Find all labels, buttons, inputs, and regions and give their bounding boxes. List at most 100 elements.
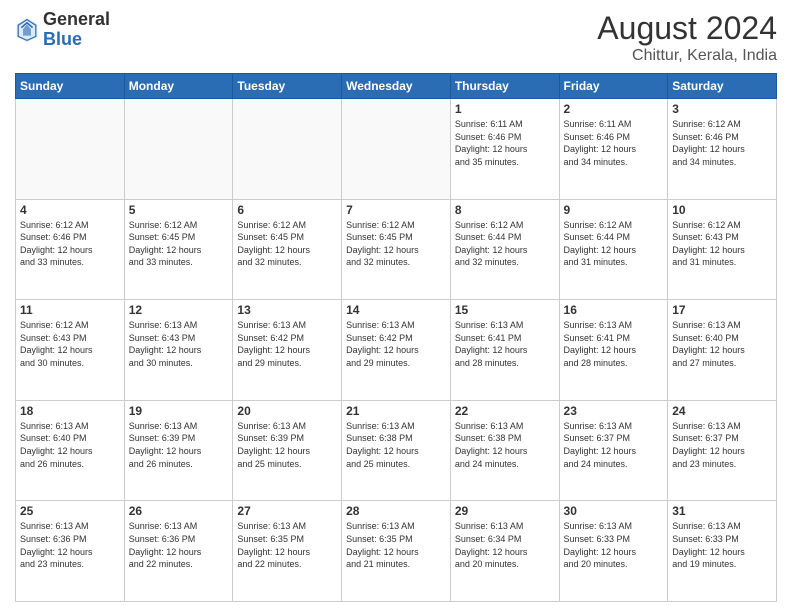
calendar-body: 1 Sunrise: 6:11 AM Sunset: 6:46 PM Daylig… bbox=[16, 99, 777, 602]
day-cell-10: 10Sunrise: 6:12 AM Sunset: 6:43 PM Dayli… bbox=[668, 199, 777, 300]
week-row-2: 4Sunrise: 6:12 AM Sunset: 6:46 PM Daylig… bbox=[16, 199, 777, 300]
day-info: Sunrise: 6:11 AM Sunset: 6:46 PM Dayligh… bbox=[455, 118, 555, 168]
day-number: 13 bbox=[237, 303, 337, 317]
day-number: 27 bbox=[237, 504, 337, 518]
logo-blue-text: Blue bbox=[43, 30, 110, 50]
day-number: 5 bbox=[129, 203, 229, 217]
day-cell-9: 9Sunrise: 6:12 AM Sunset: 6:44 PM Daylig… bbox=[559, 199, 668, 300]
day-info: Sunrise: 6:12 AM Sunset: 6:45 PM Dayligh… bbox=[237, 219, 337, 269]
day-cell-8: 8 Sunrise: 6:12 AM Sunset: 6:44 PM Daylig… bbox=[450, 199, 559, 300]
day-info: Sunrise: 6:13 AM Sunset: 6:38 PM Dayligh… bbox=[455, 420, 555, 470]
day-info: Sunrise: 6:12 AM Sunset: 6:44 PM Dayligh… bbox=[455, 219, 555, 269]
day-info: Sunrise: 6:13 AM Sunset: 6:39 PM Dayligh… bbox=[129, 420, 229, 470]
day-info: Sunrise: 6:13 AM Sunset: 6:36 PM Dayligh… bbox=[20, 520, 120, 570]
day-cell-4: 4Sunrise: 6:12 AM Sunset: 6:46 PM Daylig… bbox=[16, 199, 125, 300]
day-cell-21: 21Sunrise: 6:13 AM Sunset: 6:38 PM Dayli… bbox=[342, 400, 451, 501]
day-info: Sunrise: 6:13 AM Sunset: 6:42 PM Dayligh… bbox=[237, 319, 337, 369]
day-cell-17: 17 Sunrise: 6:13 AM Sunset: 6:40 PM Dayli… bbox=[668, 300, 777, 401]
day-info: Sunrise: 6:13 AM Sunset: 6:41 PM Dayligh… bbox=[455, 319, 555, 369]
empty-cell bbox=[16, 99, 125, 200]
month-year: August 2024 bbox=[597, 10, 777, 47]
logo-general: General bbox=[43, 10, 110, 30]
week-row-5: 25 Sunrise: 6:13 AM Sunset: 6:36 PM Dayli… bbox=[16, 501, 777, 602]
day-cell-1: 1 Sunrise: 6:11 AM Sunset: 6:46 PM Daylig… bbox=[450, 99, 559, 200]
day-number: 25 bbox=[20, 504, 120, 518]
page-header: General Blue August 2024 Chittur, Kerala… bbox=[15, 10, 777, 65]
calendar-table: SundayMondayTuesdayWednesdayThursdayFrid… bbox=[15, 73, 777, 602]
day-info: Sunrise: 6:13 AM Sunset: 6:37 PM Dayligh… bbox=[564, 420, 664, 470]
day-cell-16: 16Sunrise: 6:13 AM Sunset: 6:41 PM Dayli… bbox=[559, 300, 668, 401]
day-number: 17 bbox=[672, 303, 772, 317]
day-header-wednesday: Wednesday bbox=[342, 74, 451, 99]
day-cell-27: 27Sunrise: 6:13 AM Sunset: 6:35 PM Dayli… bbox=[233, 501, 342, 602]
day-number: 12 bbox=[129, 303, 229, 317]
day-number: 30 bbox=[564, 504, 664, 518]
calendar-header: SundayMondayTuesdayWednesdayThursdayFrid… bbox=[16, 74, 777, 99]
day-cell-25: 25 Sunrise: 6:13 AM Sunset: 6:36 PM Dayli… bbox=[16, 501, 125, 602]
day-cell-29: 29 Sunrise: 6:13 AM Sunset: 6:34 PM Dayli… bbox=[450, 501, 559, 602]
day-number: 26 bbox=[129, 504, 229, 518]
day-number: 7 bbox=[346, 203, 446, 217]
day-info: Sunrise: 6:13 AM Sunset: 6:42 PM Dayligh… bbox=[346, 319, 446, 369]
day-cell-12: 12 Sunrise: 6:13 AM Sunset: 6:43 PM Dayli… bbox=[124, 300, 233, 401]
day-cell-7: 7 Sunrise: 6:12 AM Sunset: 6:45 PM Daylig… bbox=[342, 199, 451, 300]
day-cell-24: 24Sunrise: 6:13 AM Sunset: 6:37 PM Dayli… bbox=[668, 400, 777, 501]
days-header-row: SundayMondayTuesdayWednesdayThursdayFrid… bbox=[16, 74, 777, 99]
title-block: August 2024 Chittur, Kerala, India bbox=[597, 10, 777, 65]
day-number: 1 bbox=[455, 102, 555, 116]
day-number: 28 bbox=[346, 504, 446, 518]
day-number: 21 bbox=[346, 404, 446, 418]
day-number: 20 bbox=[237, 404, 337, 418]
day-number: 3 bbox=[672, 102, 772, 116]
day-info: Sunrise: 6:13 AM Sunset: 6:43 PM Dayligh… bbox=[129, 319, 229, 369]
day-number: 14 bbox=[346, 303, 446, 317]
day-header-thursday: Thursday bbox=[450, 74, 559, 99]
day-cell-30: 30 Sunrise: 6:13 AM Sunset: 6:33 PM Dayli… bbox=[559, 501, 668, 602]
day-info: Sunrise: 6:12 AM Sunset: 6:43 PM Dayligh… bbox=[672, 219, 772, 269]
day-info: Sunrise: 6:12 AM Sunset: 6:44 PM Dayligh… bbox=[564, 219, 664, 269]
day-info: Sunrise: 6:12 AM Sunset: 6:46 PM Dayligh… bbox=[672, 118, 772, 168]
day-cell-26: 26 Sunrise: 6:13 AM Sunset: 6:36 PM Dayli… bbox=[124, 501, 233, 602]
location: Chittur, Kerala, India bbox=[597, 47, 777, 65]
day-info: Sunrise: 6:13 AM Sunset: 6:40 PM Dayligh… bbox=[20, 420, 120, 470]
day-cell-18: 18 Sunrise: 6:13 AM Sunset: 6:40 PM Dayli… bbox=[16, 400, 125, 501]
page-container: General Blue August 2024 Chittur, Kerala… bbox=[0, 0, 792, 612]
day-number: 8 bbox=[455, 203, 555, 217]
day-header-tuesday: Tuesday bbox=[233, 74, 342, 99]
day-number: 19 bbox=[129, 404, 229, 418]
day-number: 16 bbox=[564, 303, 664, 317]
day-number: 4 bbox=[20, 203, 120, 217]
day-cell-11: 11Sunrise: 6:12 AM Sunset: 6:43 PM Dayli… bbox=[16, 300, 125, 401]
day-header-saturday: Saturday bbox=[668, 74, 777, 99]
week-row-4: 18 Sunrise: 6:13 AM Sunset: 6:40 PM Dayli… bbox=[16, 400, 777, 501]
day-info: Sunrise: 6:13 AM Sunset: 6:33 PM Dayligh… bbox=[564, 520, 664, 570]
day-cell-19: 19 Sunrise: 6:13 AM Sunset: 6:39 PM Dayli… bbox=[124, 400, 233, 501]
day-number: 18 bbox=[20, 404, 120, 418]
day-header-monday: Monday bbox=[124, 74, 233, 99]
day-info: Sunrise: 6:12 AM Sunset: 6:45 PM Dayligh… bbox=[129, 219, 229, 269]
week-row-1: 1 Sunrise: 6:11 AM Sunset: 6:46 PM Daylig… bbox=[16, 99, 777, 200]
day-cell-13: 13 Sunrise: 6:13 AM Sunset: 6:42 PM Dayli… bbox=[233, 300, 342, 401]
logo-text: General Blue bbox=[43, 10, 110, 50]
day-cell-6: 6Sunrise: 6:12 AM Sunset: 6:45 PM Daylig… bbox=[233, 199, 342, 300]
day-header-friday: Friday bbox=[559, 74, 668, 99]
day-cell-31: 31 Sunrise: 6:13 AM Sunset: 6:33 PM Dayli… bbox=[668, 501, 777, 602]
day-header-sunday: Sunday bbox=[16, 74, 125, 99]
day-info: Sunrise: 6:13 AM Sunset: 6:40 PM Dayligh… bbox=[672, 319, 772, 369]
day-cell-22: 22Sunrise: 6:13 AM Sunset: 6:38 PM Dayli… bbox=[450, 400, 559, 501]
day-cell-15: 15Sunrise: 6:13 AM Sunset: 6:41 PM Dayli… bbox=[450, 300, 559, 401]
day-info: Sunrise: 6:12 AM Sunset: 6:43 PM Dayligh… bbox=[20, 319, 120, 369]
day-cell-28: 28Sunrise: 6:13 AM Sunset: 6:35 PM Dayli… bbox=[342, 501, 451, 602]
day-info: Sunrise: 6:13 AM Sunset: 6:33 PM Dayligh… bbox=[672, 520, 772, 570]
day-cell-23: 23Sunrise: 6:13 AM Sunset: 6:37 PM Dayli… bbox=[559, 400, 668, 501]
logo-icon bbox=[15, 16, 39, 44]
empty-cell bbox=[233, 99, 342, 200]
day-info: Sunrise: 6:13 AM Sunset: 6:39 PM Dayligh… bbox=[237, 420, 337, 470]
day-info: Sunrise: 6:13 AM Sunset: 6:34 PM Dayligh… bbox=[455, 520, 555, 570]
day-info: Sunrise: 6:12 AM Sunset: 6:45 PM Dayligh… bbox=[346, 219, 446, 269]
day-info: Sunrise: 6:13 AM Sunset: 6:36 PM Dayligh… bbox=[129, 520, 229, 570]
day-number: 31 bbox=[672, 504, 772, 518]
day-number: 24 bbox=[672, 404, 772, 418]
day-info: Sunrise: 6:11 AM Sunset: 6:46 PM Dayligh… bbox=[564, 118, 664, 168]
day-number: 29 bbox=[455, 504, 555, 518]
